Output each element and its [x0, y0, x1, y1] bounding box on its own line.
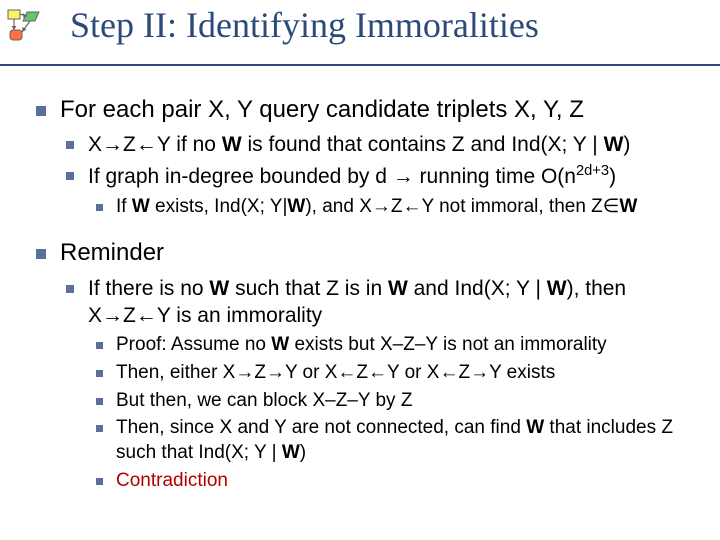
bullet-l9: But then, we can block X–Z–Y by Z [32, 389, 688, 414]
bullet-l11: Contradiction [32, 469, 688, 494]
text-l1: For each pair X, Y query candidate tripl… [60, 96, 584, 123]
text-l5: Reminder [60, 239, 164, 266]
text-l6: If there is no W such that Z is in W and… [88, 277, 626, 327]
bullet-l5: Reminder [32, 237, 688, 268]
bullet-l8: Then, either X→Z→Y or X←Z←Y or X←Z→Y exi… [32, 361, 688, 386]
bullet-l2: X→Z←Y if no W is found that contains Z a… [32, 131, 688, 158]
text-l4: If W exists, Ind(X; Y|W), and X→Z←Y not … [116, 196, 637, 217]
bullet-l10: Then, since X and Y are not connected, c… [32, 416, 688, 465]
bullet-l4: If W exists, Ind(X; Y|W), and X→Z←Y not … [32, 195, 688, 220]
slide-content: For each pair X, Y query candidate tripl… [0, 66, 720, 493]
text-l2: X→Z←Y if no W is found that contains Z a… [88, 133, 630, 156]
text-l3: If graph in-degree bounded by d → runnin… [88, 165, 616, 188]
bullet-l3: If graph in-degree bounded by d → runnin… [32, 162, 688, 190]
text-l7: Proof: Assume no W exists but X–Z–Y is n… [116, 334, 607, 355]
flowchart-icon [6, 8, 42, 48]
bullet-l1: For each pair X, Y query candidate tripl… [32, 94, 688, 125]
text-l9: But then, we can block X–Z–Y by Z [116, 390, 412, 411]
text-l8: Then, either X→Z→Y or X←Z←Y or X←Z→Y exi… [116, 362, 555, 383]
text-l10: Then, since X and Y are not connected, c… [116, 417, 673, 463]
bullet-l6: If there is no W such that Z is in W and… [32, 275, 688, 330]
slide-title: Step II: Identifying Immoralities [70, 4, 539, 46]
text-l11: Contradiction [116, 470, 228, 491]
bullet-l7: Proof: Assume no W exists but X–Z–Y is n… [32, 333, 688, 358]
